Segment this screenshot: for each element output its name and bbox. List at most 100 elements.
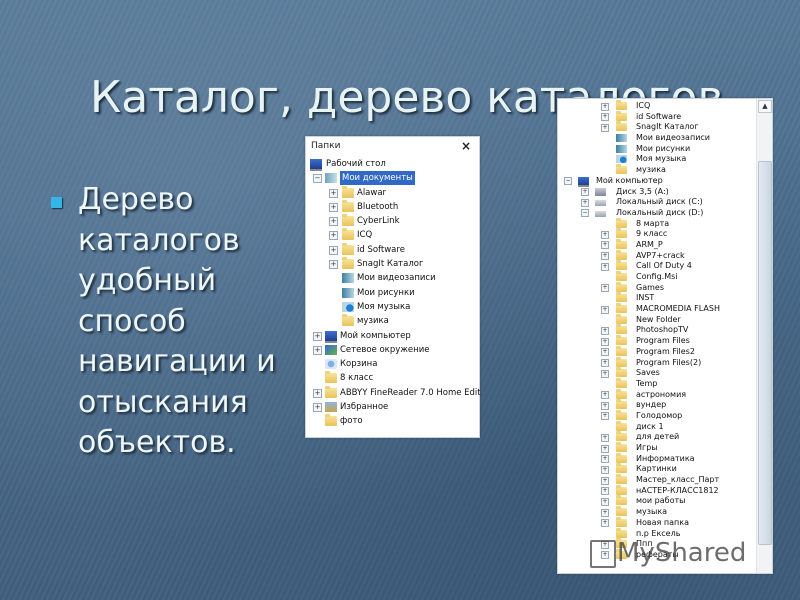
tree-item-label[interactable]: Мои документы (340, 171, 415, 186)
tree-item-label[interactable]: CyberLink (357, 214, 400, 228)
tree-item-label[interactable]: INST (636, 293, 654, 304)
expand-icon[interactable]: + (601, 305, 609, 314)
tree-item[interactable]: + Сетевое окружение (306, 343, 479, 357)
tree-item-label[interactable]: PhotoshopTV (636, 325, 688, 336)
tree-item-label[interactable]: Мой компьютер (596, 176, 663, 187)
expand-icon[interactable]: + (601, 476, 609, 485)
collapse-icon[interactable]: − (313, 174, 322, 184)
expand-icon[interactable]: + (329, 202, 338, 212)
expand-icon[interactable]: + (329, 231, 338, 241)
tree-item[interactable]: + для детей (558, 431, 772, 443)
tree-item-label[interactable]: Локальный диск (C:) (616, 197, 703, 208)
expand-icon[interactable]: + (601, 337, 609, 346)
expand-icon[interactable]: + (601, 123, 609, 132)
tree-item-label[interactable]: Диск 3,5 (A:) (616, 187, 669, 198)
tree-item-label[interactable]: Call Of Duty 4 (636, 261, 692, 272)
expand-icon[interactable]: + (329, 260, 338, 270)
expand-icon[interactable]: + (601, 359, 609, 367)
expand-icon[interactable]: + (601, 284, 609, 293)
tree-item[interactable]: + Program Files (558, 335, 772, 347)
tree-item[interactable]: Temp (558, 377, 772, 390)
vertical-scrollbar[interactable]: ▲ (756, 99, 772, 573)
expand-icon[interactable]: + (601, 262, 609, 271)
tree-item[interactable]: Config.Msi (558, 271, 772, 283)
tree-item[interactable]: + Call Of Duty 4 (558, 260, 772, 272)
expand-icon[interactable]: + (581, 198, 589, 207)
tree-item-label[interactable]: Мои видеозаписи (636, 133, 710, 144)
tree-item-label[interactable]: диск 1 (636, 422, 664, 433)
expand-icon[interactable]: + (601, 497, 609, 506)
tree-item[interactable]: + CyberLink (306, 214, 479, 228)
scroll-up-icon[interactable]: ▲ (758, 100, 772, 113)
tree-item[interactable]: New Folder (558, 313, 772, 326)
tree-item[interactable]: + Информатика (558, 452, 772, 465)
tree-item-label[interactable]: ABBYY FineReader 7.0 Home Edit (340, 386, 481, 400)
tree-item-label[interactable]: Saves (636, 368, 660, 379)
tree-item[interactable]: музика (558, 164, 772, 176)
tree-item[interactable]: + Голодомор (558, 409, 772, 422)
tree-item-label[interactable]: SnagIt Каталог (636, 122, 699, 133)
tree-item[interactable]: + мои работы (558, 495, 772, 507)
tree-item[interactable]: 8 класс (306, 371, 479, 385)
expand-icon[interactable]: + (601, 348, 609, 357)
tree-item-label[interactable]: нАСТЕР-КЛАСС1812 (636, 486, 719, 497)
tree-item[interactable]: + Игры (558, 442, 772, 454)
tree-item[interactable]: + ICQ (306, 228, 479, 242)
tree-item[interactable]: Моя музыка (558, 154, 772, 165)
tree-item[interactable]: Мои видеозаписи (306, 271, 479, 285)
tree-item-label[interactable]: 9 класс (636, 229, 667, 240)
expand-icon[interactable]: + (601, 326, 609, 335)
tree-item-label[interactable]: Bluetooth (357, 200, 398, 214)
expand-icon[interactable]: + (313, 331, 322, 341)
tree-item[interactable]: Мои рисунки (558, 144, 772, 155)
expand-icon[interactable]: + (601, 102, 609, 111)
tree-item[interactable]: + Избранное (306, 400, 479, 414)
tree-item-label[interactable]: музика (636, 165, 666, 176)
tree-item-label[interactable]: Новая папка (636, 518, 689, 529)
tree-item[interactable]: + id Software (558, 110, 772, 123)
tree-item[interactable]: + MACROMEDIA FLASH (558, 303, 772, 315)
tree-item[interactable]: + AVP7+crack (558, 249, 772, 262)
tree-item[interactable]: фото (306, 414, 479, 428)
expand-icon[interactable]: + (601, 433, 609, 442)
tree-item-label[interactable]: Локальный диск (D:) (616, 208, 703, 219)
tree-item[interactable]: + ABBYY FineReader 7.0 Home Edit (306, 385, 481, 400)
expand-icon[interactable]: + (601, 455, 609, 464)
tree-item[interactable]: 8 марта (558, 217, 772, 230)
expand-icon[interactable]: + (313, 403, 322, 413)
tree-item-label[interactable]: SnagIt Каталог (357, 257, 423, 271)
tree-item[interactable]: − Мой компьютер (558, 176, 772, 187)
tree-item[interactable]: − Локальный диск (D:) (558, 208, 772, 219)
tree-item-label[interactable]: Игры (636, 443, 658, 454)
expand-icon[interactable]: + (601, 412, 609, 421)
expand-icon[interactable]: + (581, 188, 589, 196)
tree-item[interactable]: + астрономия (558, 388, 772, 401)
tree-item-label[interactable]: Program Files (636, 336, 690, 347)
expand-icon[interactable]: + (601, 241, 609, 250)
tree-item[interactable]: + PhotoshopTV (558, 324, 772, 336)
tree-item[interactable]: + Program Files(2) (558, 356, 772, 369)
tree-item-label[interactable]: 8 класс (340, 371, 373, 385)
tree-item[interactable]: + Новая папка (558, 516, 772, 529)
tree-item[interactable]: Моя музыка (306, 300, 479, 314)
tree-item-label[interactable]: Избранное (340, 400, 388, 414)
tree-item[interactable]: + id Software (306, 242, 479, 257)
collapse-icon[interactable]: − (581, 209, 589, 218)
tree-item[interactable]: + SnagIt Каталог (558, 121, 772, 133)
tree-item-label[interactable]: Моя музыка (357, 300, 410, 314)
tree-item-label[interactable]: фото (340, 414, 363, 428)
expand-icon[interactable]: + (601, 508, 609, 517)
expand-icon[interactable]: + (313, 345, 322, 355)
expand-icon[interactable]: + (601, 252, 609, 261)
tree-item-label[interactable]: Мастер_класс_Парт (636, 475, 719, 486)
tree-item[interactable]: + Мастер_класс_Парт (558, 474, 772, 486)
tree-item[interactable]: + Saves (558, 367, 772, 379)
tree-item-label[interactable]: Мои рисунки (636, 144, 690, 155)
tree-item[interactable]: + ICQ (558, 100, 772, 112)
tree-item[interactable]: + нАСТЕР-КЛАСС1812 (558, 484, 772, 497)
expand-icon[interactable]: + (601, 487, 609, 496)
tree-item-label[interactable]: Program Files(2) (636, 358, 701, 369)
tree-item[interactable]: + Картинки (558, 463, 772, 475)
scrollbar-thumb[interactable] (758, 161, 772, 545)
expand-icon[interactable]: + (601, 391, 609, 400)
